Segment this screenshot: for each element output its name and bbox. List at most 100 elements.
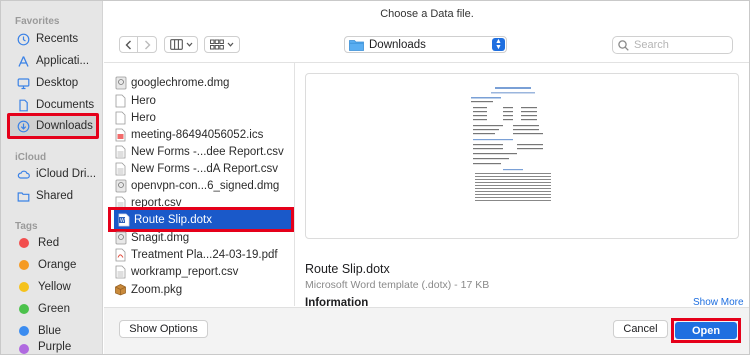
chevron-down-icon <box>186 42 192 47</box>
chevron-left-icon <box>125 40 132 49</box>
package-icon <box>114 283 127 297</box>
file-name: googlechrome.dmg <box>131 76 230 89</box>
preview-file-name: Route Slip.dotx <box>305 262 390 276</box>
sidebar-item-shared[interactable]: Shared <box>7 186 99 206</box>
document-thumbnail <box>463 83 563 211</box>
location-popup[interactable]: Downloads ▲ ▼ <box>344 36 507 53</box>
cancel-button[interactable]: Cancel <box>613 320 668 338</box>
file-name: Route Slip.dotx <box>134 213 212 226</box>
sidebar-item-label: Purple <box>38 341 72 353</box>
sidebar-section-tags: Tags <box>15 221 38 232</box>
csv-file-icon <box>114 145 127 159</box>
sidebar-item-applications[interactable]: Applicati... <box>7 51 99 71</box>
nav-buttons <box>119 36 157 53</box>
sidebar-tag-green[interactable]: Green <box>7 299 99 319</box>
sidebar-tag-purple[interactable]: Purple <box>7 341 99 354</box>
file-name: New Forms -...dee Report.csv <box>131 145 284 158</box>
file-name: New Forms -...dA Report.csv <box>131 162 278 175</box>
sidebar-tag-red[interactable]: Red <box>7 233 99 253</box>
sidebar-item-label: Green <box>38 303 70 315</box>
file-row[interactable]: Hero <box>114 92 294 109</box>
tag-dot-icon <box>19 344 29 354</box>
document-icon <box>17 99 30 112</box>
file-row[interactable]: googlechrome.dmg <box>114 74 294 91</box>
show-options-button[interactable]: Show Options <box>119 320 208 338</box>
chevron-down-icon <box>227 42 234 47</box>
sidebar-item-label: iCloud Dri... <box>36 168 97 180</box>
disk-image-icon <box>114 76 127 90</box>
open-button-highlight: Open <box>671 318 741 343</box>
file-row[interactable]: meeting-86494056052.ics <box>114 126 294 143</box>
folder-icon <box>349 39 364 51</box>
file-icon <box>114 111 127 125</box>
sidebar-item-downloads[interactable]: Downloads <box>7 113 99 139</box>
dialog-title: Choose a Data file. <box>380 8 474 20</box>
tag-dot-icon <box>19 282 29 292</box>
sidebar: Favorites Recents Applicati... Desktop D… <box>1 1 103 354</box>
file-name: Hero <box>131 94 156 107</box>
tag-dot-icon <box>19 304 29 314</box>
grid-icon <box>210 39 224 50</box>
sidebar-item-label: Documents <box>36 99 95 111</box>
desktop-icon <box>17 77 30 90</box>
file-row[interactable]: Snagit.dmg <box>114 229 294 246</box>
file-row[interactable]: Treatment Pla...24-03-19.pdf <box>114 246 294 263</box>
file-row[interactable]: openvpn-con...6_signed.dmg <box>114 177 294 194</box>
file-row[interactable]: workramp_report.csv <box>114 263 294 280</box>
chevron-right-icon <box>144 40 151 49</box>
search-icon <box>618 39 629 51</box>
back-button[interactable] <box>120 37 139 52</box>
csv-file-icon <box>114 162 127 176</box>
sidebar-item-desktop[interactable]: Desktop <box>7 73 99 93</box>
preview-file-kind: Microsoft Word template (.dotx) - 17 KB <box>305 279 490 291</box>
file-row[interactable]: New Forms -...dee Report.csv <box>114 143 294 160</box>
cloud-icon <box>17 168 30 181</box>
view-columns-button[interactable] <box>164 36 198 53</box>
group-by-button[interactable] <box>204 36 240 53</box>
sidebar-item-label: Downloads <box>36 120 93 132</box>
sidebar-item-label: Applicati... <box>36 55 90 67</box>
svg-text:W: W <box>120 218 125 224</box>
sidebar-item-label: Desktop <box>36 77 79 89</box>
tag-dot-icon <box>19 326 29 336</box>
columns-view-icon <box>169 39 183 50</box>
file-name: workramp_report.csv <box>131 265 239 278</box>
applications-icon <box>17 55 30 68</box>
sidebar-item-icloud-drive[interactable]: iCloud Dri... <box>7 164 99 184</box>
file-row[interactable]: Zoom.pkg <box>114 281 294 298</box>
sidebar-section-favorites: Favorites <box>15 16 60 27</box>
sidebar-tag-yellow[interactable]: Yellow <box>7 277 99 297</box>
preview-pane <box>305 73 739 239</box>
sidebar-item-label: Recents <box>36 33 79 45</box>
file-name: Zoom.pkg <box>131 283 183 296</box>
sidebar-tag-blue[interactable]: Blue <box>7 321 99 341</box>
sidebar-tag-orange[interactable]: Orange <box>7 255 99 275</box>
file-name: Snagit.dmg <box>131 231 190 244</box>
column-separator <box>294 63 295 306</box>
clock-icon <box>17 33 30 46</box>
calendar-file-icon <box>114 128 127 142</box>
forward-button[interactable] <box>138 37 156 52</box>
file-name: Hero <box>131 111 156 124</box>
sidebar-item-label: Shared <box>36 190 74 202</box>
disk-image-icon <box>114 179 127 193</box>
csv-file-icon <box>114 265 127 279</box>
file-name: meeting-86494056052.ics <box>131 128 264 141</box>
open-button[interactable]: Open <box>675 322 737 339</box>
download-icon <box>17 120 30 133</box>
file-name: Treatment Pla...24-03-19.pdf <box>131 248 278 261</box>
sidebar-item-recents[interactable]: Recents <box>7 29 99 49</box>
sidebar-item-label: Blue <box>38 325 62 337</box>
search-field[interactable] <box>612 36 733 54</box>
updown-arrows-icon: ▲ ▼ <box>492 38 505 51</box>
shared-folder-icon <box>17 190 30 203</box>
sidebar-item-label: Yellow <box>38 281 71 293</box>
file-row[interactable]: New Forms -...dA Report.csv <box>114 160 294 177</box>
pdf-file-icon <box>114 248 127 262</box>
word-template-icon: W <box>117 213 130 227</box>
location-label: Downloads <box>369 38 426 51</box>
sidebar-item-label: Orange <box>38 259 77 271</box>
search-input[interactable] <box>634 39 724 51</box>
file-row[interactable]: Hero <box>114 109 294 126</box>
sidebar-item-documents[interactable]: Documents <box>7 95 99 115</box>
